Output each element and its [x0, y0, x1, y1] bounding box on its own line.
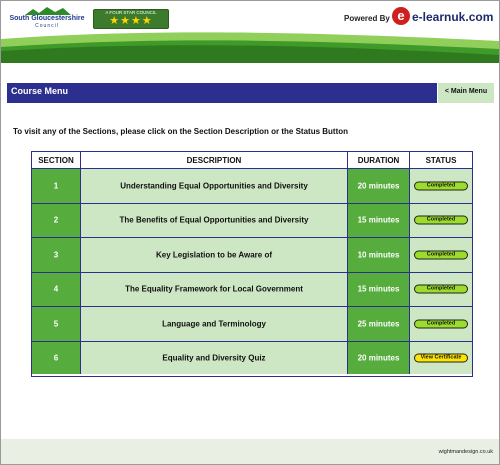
section-number: 5 [53, 319, 59, 329]
elearn-brand-text: e-learnuk.com [412, 10, 494, 24]
duration-cell-1: 20 minutes [348, 169, 410, 204]
header-duration: DURATION [348, 152, 410, 169]
header-status-label: STATUS [425, 156, 457, 165]
header-duration-label: DURATION [357, 156, 400, 165]
description-cell-3[interactable]: Key Legislation to be Aware of [81, 238, 348, 273]
status-completed-button[interactable]: Completed [414, 284, 468, 294]
section-number: 3 [53, 250, 59, 260]
council-name: South Gloucestershire [9, 15, 85, 22]
status-cell-2: Completed [410, 203, 472, 238]
council-sub: Council [35, 23, 59, 29]
status-cell-1: Completed [410, 169, 472, 204]
description-cell-2[interactable]: The Benefits of Equal Opportunities and … [81, 203, 348, 238]
section-cell-6: 6 [32, 341, 81, 374]
council-logo: South Gloucestershire Council [7, 7, 87, 31]
header-section-label: SECTION [38, 156, 74, 165]
section-description-link[interactable]: Language and Terminology [81, 319, 347, 328]
header-status: STATUS [410, 152, 472, 169]
status-cell-6: View Certificate [410, 341, 472, 374]
section-duration: 15 minutes [357, 215, 400, 225]
duration-cell-4: 15 minutes [348, 272, 410, 307]
section-duration: 20 minutes [357, 181, 400, 191]
section-cell-3: 3 [32, 238, 81, 273]
badge-stars-icon: ★★★★ [109, 15, 153, 27]
council-logo-hills-icon [25, 7, 71, 15]
status-completed-button[interactable]: Completed [414, 215, 468, 225]
main-menu-label: < Main Menu [444, 88, 488, 95]
section-number: 2 [53, 215, 59, 225]
section-cell-5: 5 [32, 307, 81, 342]
course-menu-window: South Gloucestershire Council A FOUR STA… [0, 0, 500, 465]
page-footer: wightmandesign.co.uk [1, 439, 499, 464]
description-cell-6[interactable]: Equality and Diversity Quiz [81, 341, 348, 374]
header-description-label: DESCRIPTION [186, 156, 242, 165]
course-sections-table: SECTION DESCRIPTION DURATION STATUS 1 Und… [31, 151, 473, 377]
footer-credit: wightmandesign.co.uk [438, 449, 493, 455]
status-completed-button[interactable]: Completed [414, 181, 468, 191]
description-cell-5[interactable]: Language and Terminology [81, 307, 348, 342]
section-duration: 20 minutes [357, 353, 400, 363]
duration-cell-6: 20 minutes [348, 341, 410, 374]
header-description: DESCRIPTION [81, 152, 348, 169]
section-cell-2: 2 [32, 203, 81, 238]
section-number: 1 [53, 181, 59, 191]
instruction-text: To visit any of the Sections, please cli… [13, 127, 349, 136]
elearn-logo-icon: e [392, 7, 410, 25]
section-number: 4 [53, 284, 59, 294]
section-description-link[interactable]: The Equality Framework for Local Governm… [81, 285, 347, 294]
section-description-link[interactable]: Understanding Equal Opportunities and Di… [81, 181, 347, 190]
view-certificate-button[interactable]: View Certificate [414, 353, 468, 363]
description-cell-1[interactable]: Understanding Equal Opportunities and Di… [81, 169, 348, 204]
course-menu-titlebar: Course Menu [7, 83, 437, 103]
section-duration: 15 minutes [357, 284, 400, 294]
section-duration: 25 minutes [357, 319, 400, 329]
duration-cell-5: 25 minutes [348, 307, 410, 342]
duration-cell-3: 10 minutes [348, 238, 410, 273]
status-completed-button[interactable]: Completed [414, 250, 468, 260]
header-section: SECTION [32, 152, 81, 169]
description-cell-4[interactable]: The Equality Framework for Local Governm… [81, 272, 348, 307]
powered-by-label: Powered By [344, 14, 390, 23]
status-completed-button[interactable]: Completed [414, 319, 468, 329]
status-cell-4: Completed [410, 272, 472, 307]
four-star-council-badge: A FOUR STAR COUNCIL ★★★★ [93, 9, 169, 29]
section-number: 6 [53, 353, 59, 363]
section-cell-4: 4 [32, 272, 81, 307]
section-description-link[interactable]: Equality and Diversity Quiz [81, 353, 347, 362]
main-menu-button[interactable]: < Main Menu [438, 83, 494, 103]
page-title: Course Menu [11, 86, 69, 96]
section-duration: 10 minutes [357, 250, 400, 260]
section-cell-1: 1 [32, 169, 81, 204]
page-header: South Gloucestershire Council A FOUR STA… [1, 1, 499, 63]
section-description-link[interactable]: Key Legislation to be Aware of [81, 250, 347, 259]
duration-cell-2: 15 minutes [348, 203, 410, 238]
status-cell-5: Completed [410, 307, 472, 342]
status-cell-3: Completed [410, 238, 472, 273]
section-description-link[interactable]: The Benefits of Equal Opportunities and … [81, 216, 347, 225]
